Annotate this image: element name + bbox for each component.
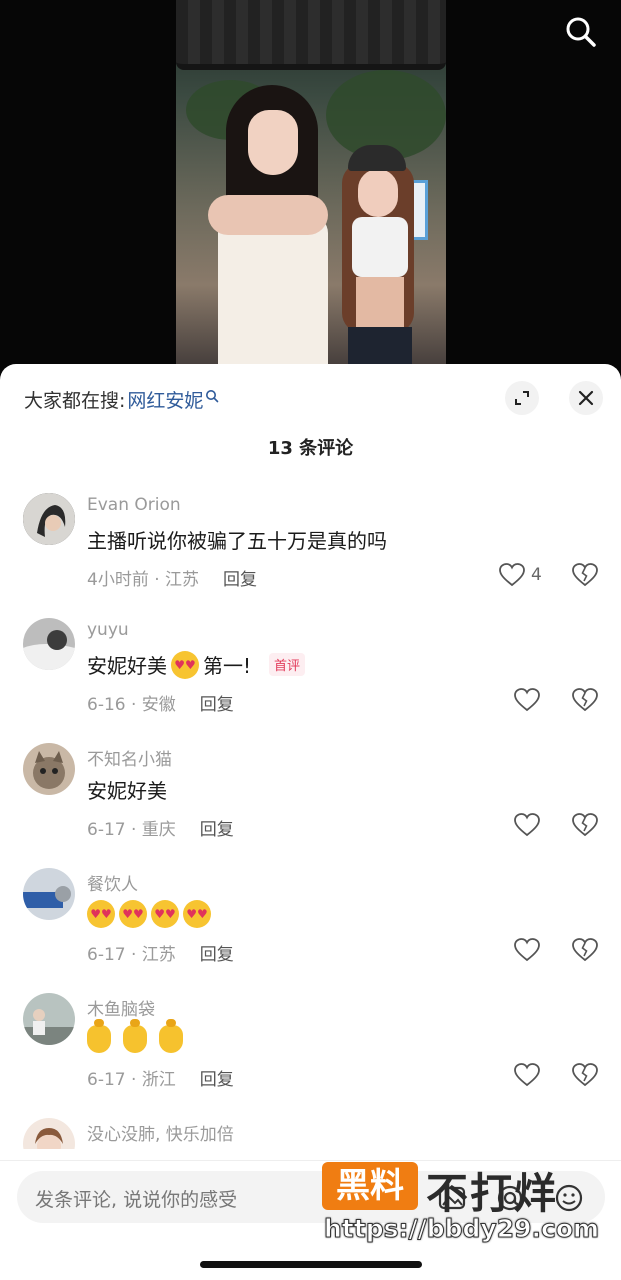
dislike-button[interactable] <box>572 563 598 591</box>
broken-heart-icon <box>572 813 598 837</box>
video-player[interactable] <box>0 0 621 380</box>
comment-item[interactable]: yuyu 安妮好美 ♥♥ 第一! 首评 6-16 · 安徽 回复 <box>0 614 621 739</box>
comment-username[interactable]: yuyu <box>87 620 129 640</box>
video-person-foreground <box>208 85 328 380</box>
comment-username[interactable]: 木鱼脑袋 <box>87 995 155 1020</box>
avatar[interactable] <box>23 993 75 1045</box>
broken-heart-icon <box>572 1063 598 1087</box>
comment-text: 主播听说你被骗了五十万是真的吗 <box>87 525 387 554</box>
heart-eyes-emoji-icon: ♥♥ <box>171 650 199 679</box>
comment-input[interactable]: 发条评论, 说说你的感受 <box>17 1171 605 1223</box>
like-button[interactable]: 4 <box>499 563 542 587</box>
hot-search-keyword[interactable]: 网红安妮 <box>127 386 203 413</box>
expand-button[interactable] <box>505 381 539 415</box>
reply-button[interactable]: 回复 <box>200 1065 234 1090</box>
avatar[interactable] <box>23 618 75 670</box>
hot-search-prefix: 大家都在搜: <box>24 390 126 412</box>
heart-face-emoji-icon: ♥♥ <box>87 900 115 928</box>
broken-heart-icon <box>572 688 598 712</box>
comment-list: Evan Orion 主播听说你被骗了五十万是真的吗 4小时前 · 江苏 回复 … <box>0 489 621 1149</box>
comment-meta: 6-17 · 江苏 回复 <box>87 940 234 965</box>
close-button[interactable] <box>569 381 603 415</box>
sheet-header: 大家都在搜: 网红安妮 <box>0 364 621 434</box>
comment-username[interactable]: Evan Orion <box>87 495 181 515</box>
comment-time-location: 6-16 · 安徽 <box>87 695 176 715</box>
money-bag-emoji-icon <box>87 1019 111 1053</box>
comment-item[interactable]: 餐饮人 ♥♥ ♥♥ ♥♥ ♥♥ 6-17 · 江苏 回复 <box>0 864 621 989</box>
heart-face-emoji-icon: ♥♥ <box>151 900 179 928</box>
heart-face-emoji-icon: ♥♥ <box>119 900 147 928</box>
comment-count: 13 条评论 <box>267 438 354 459</box>
like-button[interactable] <box>514 938 540 962</box>
heart-icon <box>514 813 540 837</box>
comment-time-location: 6-17 · 江苏 <box>87 945 176 965</box>
video-person-background <box>336 145 426 380</box>
search-icon <box>205 388 219 404</box>
dislike-button[interactable] <box>572 688 598 716</box>
heart-icon <box>514 1063 540 1087</box>
dislike-button[interactable] <box>572 1063 598 1091</box>
reply-button[interactable]: 回复 <box>200 940 234 965</box>
comment-meta: 6-17 · 浙江 回复 <box>87 1065 234 1090</box>
emoji-icon[interactable] <box>554 1183 584 1213</box>
comment-time-location: 6-17 · 浙江 <box>87 1070 176 1090</box>
avatar[interactable] <box>23 1118 75 1149</box>
comment-username[interactable]: 不知名小猫 <box>87 745 172 770</box>
image-icon[interactable] <box>437 1183 467 1213</box>
comment-time-location: 4小时前 · 江苏 <box>87 570 200 590</box>
broken-heart-icon <box>572 563 598 587</box>
like-count: 4 <box>531 565 542 585</box>
comment-item[interactable]: 没心没肺, 快乐加倍 <box>0 1114 621 1149</box>
broken-heart-icon <box>572 938 598 962</box>
heart-icon <box>499 563 525 587</box>
hot-search-link[interactable]: 大家都在搜: 网红安妮 <box>24 386 219 413</box>
search-icon[interactable] <box>563 14 599 50</box>
mention-icon[interactable] <box>495 1183 525 1213</box>
reply-button[interactable]: 回复 <box>200 815 234 840</box>
comment-text: 安妮好美 <box>87 775 167 804</box>
avatar[interactable] <box>23 743 75 795</box>
comment-text-content: 安妮好美 <box>87 654 167 678</box>
comment-text-content: 安妮好美 <box>87 779 167 803</box>
avatar[interactable] <box>23 868 75 920</box>
comment-item[interactable]: Evan Orion 主播听说你被骗了五十万是真的吗 4小时前 · 江苏 回复 … <box>0 489 621 614</box>
comment-text <box>87 1019 191 1053</box>
comment-sheet: 大家都在搜: 网红安妮 13 条评论 Evan Orion 主播听说你被骗了五十… <box>0 364 621 1280</box>
comment-item[interactable]: 不知名小猫 安妮好美 6-17 · 重庆 回复 <box>0 739 621 864</box>
close-icon <box>578 390 594 406</box>
comment-text-content: 主播听说你被骗了五十万是真的吗 <box>87 529 387 553</box>
comment-time-location: 6-17 · 重庆 <box>87 820 176 840</box>
comment-meta: 6-16 · 安徽 回复 <box>87 690 234 715</box>
comment-username[interactable]: 没心没肺, 快乐加倍 <box>87 1120 234 1145</box>
dislike-button[interactable] <box>572 938 598 966</box>
comment-text-suffix: 第一! <box>203 654 252 678</box>
shop-awning <box>176 0 446 70</box>
avatar[interactable] <box>23 493 75 545</box>
like-button[interactable] <box>514 688 540 712</box>
comment-meta: 4小时前 · 江苏 回复 <box>87 565 257 590</box>
comment-meta: 6-17 · 重庆 回复 <box>87 815 234 840</box>
comment-username[interactable]: 餐饮人 <box>87 870 138 895</box>
heart-icon <box>514 688 540 712</box>
money-bag-emoji-icon <box>159 1019 183 1053</box>
comment-item[interactable]: 木鱼脑袋 6-17 · 浙江 回复 <box>0 989 621 1114</box>
heart-face-emoji-icon: ♥♥ <box>183 900 211 928</box>
comment-text: ♥♥ ♥♥ ♥♥ ♥♥ <box>87 900 211 928</box>
home-indicator <box>200 1261 422 1268</box>
first-comment-badge: 首评 <box>269 653 306 676</box>
video-frame <box>176 0 446 380</box>
comment-text: 安妮好美 ♥♥ 第一! 首评 <box>87 650 306 679</box>
reply-button[interactable]: 回复 <box>223 565 257 590</box>
expand-icon <box>515 391 529 405</box>
money-bag-emoji-icon <box>123 1019 147 1053</box>
dislike-button[interactable] <box>572 813 598 841</box>
like-button[interactable] <box>514 813 540 837</box>
like-button[interactable] <box>514 1063 540 1087</box>
heart-icon <box>514 938 540 962</box>
comment-input-placeholder: 发条评论, 说说你的感受 <box>35 1189 238 1211</box>
reply-button[interactable]: 回复 <box>200 690 234 715</box>
comment-input-bar: 发条评论, 说说你的感受 <box>0 1160 621 1280</box>
